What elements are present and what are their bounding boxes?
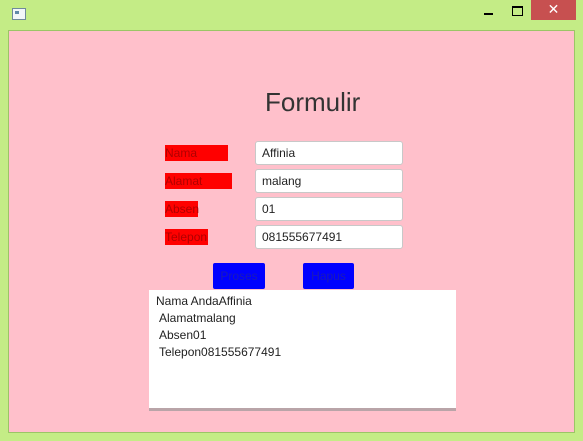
alamat-label: Alamat — [165, 173, 232, 189]
maximize-button[interactable] — [503, 0, 531, 22]
nama-field[interactable] — [255, 141, 403, 165]
minimize-button[interactable] — [474, 0, 502, 22]
absen-field[interactable] — [255, 197, 403, 221]
maximize-icon — [511, 6, 523, 16]
output-line: Alamatmalang — [159, 311, 236, 325]
output-line: Nama AndaAffinia — [156, 294, 252, 308]
page-title: Formulir — [265, 87, 361, 117]
absen-label: Absen — [165, 201, 200, 217]
telepon-label: Telepon — [165, 229, 208, 245]
app-icon — [12, 8, 26, 20]
close-button[interactable]: ✕ — [531, 0, 576, 20]
form-panel: Formulir Nama Alamat Absen Telepon Prose… — [8, 30, 575, 433]
proses-button[interactable]: Proses — [213, 263, 265, 289]
alamat-field[interactable] — [255, 169, 403, 193]
nama-label: Nama — [165, 145, 228, 161]
output-line: Telepon081555677491 — [159, 345, 282, 359]
hapus-button[interactable]: Hapus — [303, 263, 354, 289]
output-line: Absen01 — [159, 328, 207, 342]
close-icon: ✕ — [547, 2, 560, 18]
minimize-icon — [483, 13, 493, 15]
output-textarea[interactable]: Nama AndaAffinia Alamatmalang Absen01 Te… — [149, 290, 456, 411]
title-bar[interactable]: ✕ — [0, 0, 583, 30]
telepon-field[interactable] — [255, 225, 403, 249]
